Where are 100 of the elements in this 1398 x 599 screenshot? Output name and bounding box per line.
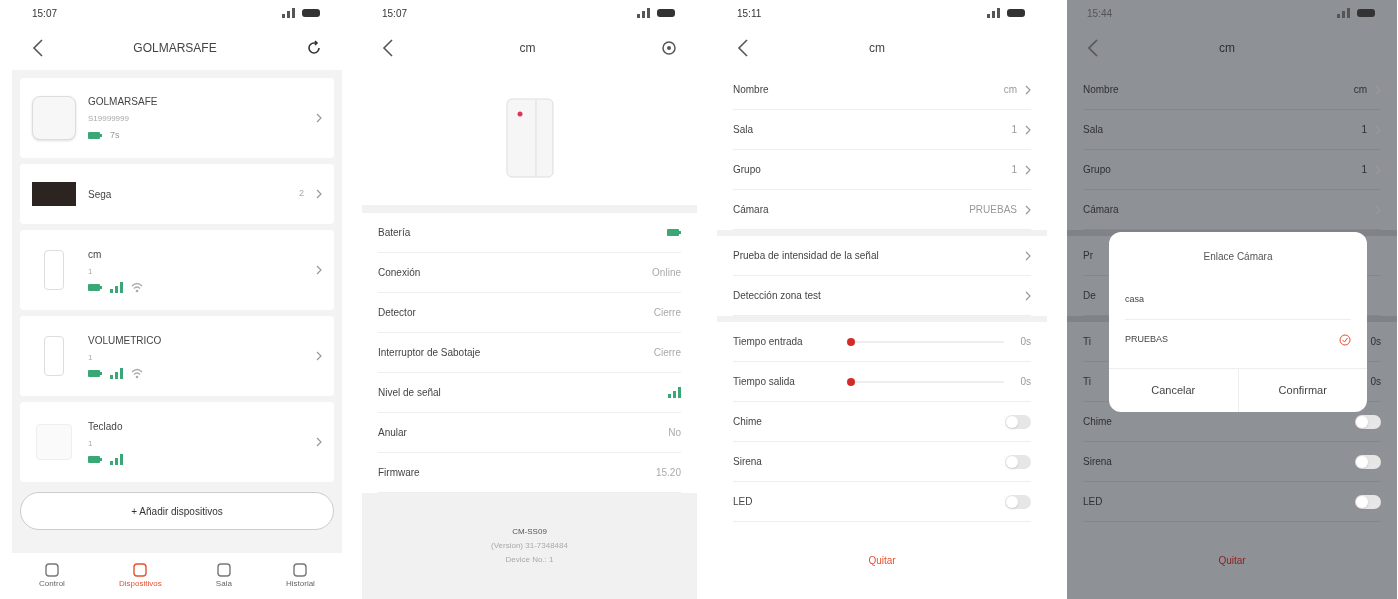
dialog-title: Enlace Cámara [1203, 249, 1273, 264]
status-time: 15:07 [32, 6, 58, 21]
row-label: Firmware [378, 466, 420, 480]
row-label: Detección zona test [733, 289, 821, 303]
refresh-icon[interactable] [306, 40, 322, 56]
row-label: Sala [733, 123, 753, 137]
row-value: cm [1353, 83, 1367, 97]
row-label: De [1083, 289, 1096, 303]
row-label: Detector [378, 306, 416, 320]
row-label: Tiempo salida [733, 375, 796, 389]
screen-title: GOLMARSAFE [133, 40, 217, 57]
nav-icon [43, 562, 60, 578]
row-value: 0s [1370, 335, 1381, 349]
row-value: 0s [1370, 375, 1381, 389]
row-value: 1 [1361, 163, 1367, 177]
row-label: Nombre [733, 83, 769, 97]
device-card[interactable]: GOLMARSAFE S19999999 7s [20, 78, 334, 158]
status-time: 15:44 [1087, 6, 1113, 21]
chevron-right-icon [1025, 204, 1031, 215]
device-info: Device No.: 1 [505, 554, 554, 566]
nav-tab[interactable]: Sala [215, 562, 232, 590]
row-value: Online [652, 266, 681, 280]
device-card[interactable]: cm 1 [20, 230, 334, 310]
row-value: cm [1003, 83, 1017, 97]
camera-option[interactable]: PRUEBAS [1125, 320, 1351, 360]
chevron-right-icon [316, 113, 322, 123]
row-label: Anular [378, 426, 407, 440]
row-value: 1 [1011, 123, 1017, 137]
device-info: (Version) 31-7348484 [491, 540, 568, 552]
row-label: Grupo [1083, 163, 1111, 177]
device-info: CM-SS09 [512, 526, 547, 538]
row-value: 15.20 [655, 466, 681, 480]
device-id: 1 [88, 438, 94, 450]
status-icons [637, 8, 677, 18]
row-label: Sala [1083, 123, 1103, 137]
device-card[interactable]: VOLUMETRICO 1 [20, 316, 334, 396]
chevron-right-icon [1025, 250, 1031, 261]
hub-device-image [32, 96, 76, 140]
nav-tab[interactable]: Control [39, 562, 65, 590]
device-id: 1 [88, 266, 94, 278]
add-devices-button[interactable]: + Añadir dispositivos [20, 492, 334, 530]
camera-option[interactable]: casa [1125, 280, 1351, 320]
row-label: Pr [1083, 249, 1093, 263]
panel-device-image [32, 182, 76, 206]
row-label: Nombre [1083, 83, 1119, 97]
remove-button[interactable]: Quitar [868, 553, 896, 568]
row-label: Tiempo entrada [733, 335, 804, 349]
dialog-button[interactable]: Confirmar [1237, 369, 1367, 412]
chevron-right-icon [1025, 290, 1031, 301]
toggle-switch[interactable] [1355, 494, 1381, 509]
slider-thumb[interactable] [847, 377, 855, 386]
row-label: Cámara [733, 203, 769, 217]
slider-thumb[interactable] [847, 337, 855, 346]
chevron-right-icon [1025, 164, 1031, 175]
row-value: 1 [1011, 163, 1017, 177]
device-card[interactable]: Teclado 1 [20, 402, 334, 482]
chevron-right-icon [316, 189, 322, 199]
status-icons [987, 8, 1027, 18]
toggle-switch[interactable] [1355, 454, 1381, 469]
row-value: 1 [1361, 123, 1367, 137]
row-label: Chime [733, 415, 762, 429]
row-label: Sirena [1083, 455, 1112, 469]
row-label: Nivel de señal [378, 386, 441, 400]
row-value: PRUEBAS [969, 203, 1017, 217]
row-label: Chime [1083, 415, 1112, 429]
toggle-switch[interactable] [1005, 414, 1031, 429]
signal-icon [668, 387, 681, 398]
chevron-right-icon [1025, 124, 1031, 135]
battery-icon [667, 229, 681, 236]
device-id: 1 [88, 352, 94, 364]
row-label: Grupo [733, 163, 761, 177]
row-label: LED [1083, 495, 1103, 509]
toggle-switch[interactable] [1005, 494, 1031, 509]
row-label: Cámara [1083, 203, 1119, 217]
status-icons [282, 8, 322, 18]
nav-tab[interactable]: Historial [286, 562, 315, 590]
device-card[interactable]: Sega 2 [20, 164, 334, 224]
settings-icon[interactable] [661, 40, 677, 56]
device-name: VOLUMETRICO [88, 334, 163, 348]
chevron-right-icon [316, 265, 322, 275]
chevron-right-icon [316, 437, 322, 447]
row-value: Cierre [653, 346, 681, 360]
row-value: 0s [1020, 335, 1031, 349]
row-label: Prueba de intensidad de la señal [733, 249, 879, 263]
status-time: 15:07 [382, 6, 408, 21]
device-name: Sega [88, 187, 113, 202]
toggle-switch[interactable] [1005, 454, 1031, 469]
nav-icon [292, 562, 309, 578]
dialog-button[interactable]: Cancelar [1109, 369, 1238, 412]
row-label: Ti [1083, 375, 1091, 389]
device-name: GOLMARSAFE [88, 94, 159, 109]
row-label: Batería [378, 226, 411, 240]
device-count: 2 [299, 187, 304, 201]
nav-tab[interactable]: Dispositivos [119, 562, 162, 590]
screen-title: cm [519, 40, 536, 57]
toggle-switch[interactable] [1355, 414, 1381, 429]
row-label: Ti [1083, 335, 1091, 349]
row-value: 0s [1020, 375, 1031, 389]
nav-icon [215, 562, 232, 578]
nav-icon [132, 562, 149, 578]
